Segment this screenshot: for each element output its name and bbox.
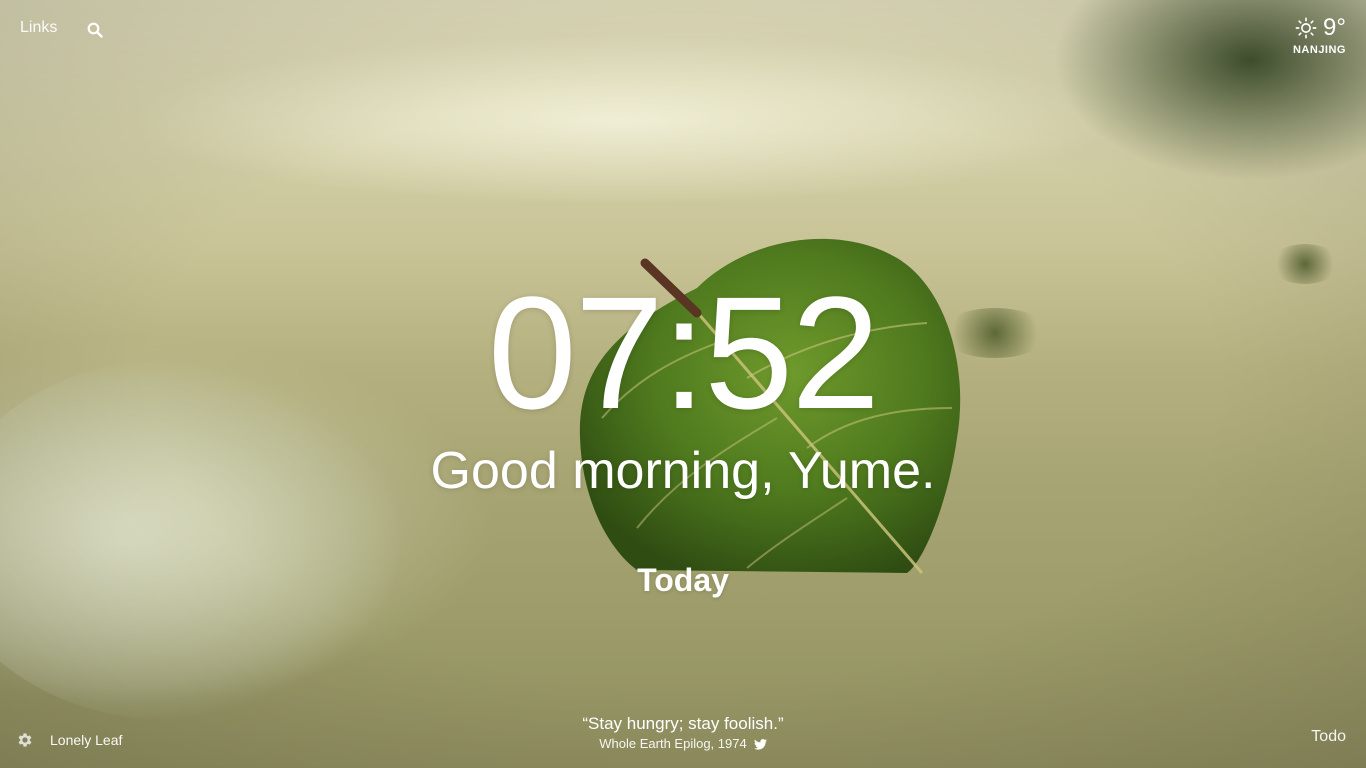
greeting-text: Good morning, Yume. <box>430 442 936 500</box>
new-tab-dashboard: Links 9° NANJING 07:52 Good morning, Yum… <box>0 0 1366 768</box>
quote-source: Whole Earth Epilog, 1974 <box>599 736 747 751</box>
sun-icon <box>1295 17 1317 39</box>
center-panel: 07:52 Good morning, Yume. <box>0 268 1366 502</box>
quote-text: “Stay hungry; stay foolish.” <box>582 714 784 733</box>
clock-time: 07:52 <box>487 263 880 442</box>
todo-button[interactable]: Todo <box>1311 728 1346 746</box>
twitter-icon[interactable] <box>753 738 767 750</box>
weather-row: 9° <box>1293 14 1346 42</box>
weather-city: NANJING <box>1292 44 1346 56</box>
links-button[interactable]: Links <box>20 19 57 37</box>
weather-temperature: 9° <box>1323 14 1346 41</box>
quote-panel: “Stay hungry; stay foolish.” Whole Earth… <box>0 714 1366 753</box>
weather-widget[interactable]: 9° NANJING <box>1293 14 1346 56</box>
quote-source-row: Whole Earth Epilog, 1974 <box>599 736 767 752</box>
focus-today-label: Today <box>637 562 729 598</box>
search-icon[interactable] <box>87 22 104 38</box>
top-left-bar: Links <box>20 18 104 38</box>
